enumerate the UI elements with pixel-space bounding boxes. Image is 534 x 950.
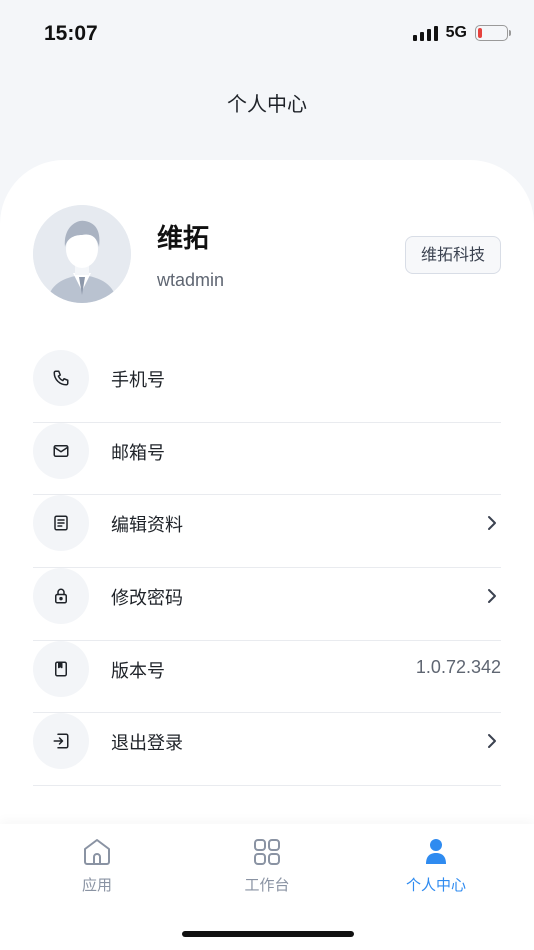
tab-label: 个人中心 bbox=[405, 876, 466, 894]
home-indicator bbox=[182, 931, 354, 937]
menu-item-email[interactable]: 邮箱号 bbox=[33, 422, 501, 496]
battery-icon bbox=[475, 25, 511, 41]
phone-icon bbox=[33, 350, 89, 406]
chevron-right-icon bbox=[488, 516, 496, 531]
profile-card: 维拓 wtadmin 维拓科技 手机号 邮箱号 编辑资料 修改密码 版本号 1.… bbox=[0, 160, 534, 824]
menu-item-label: 编辑资料 bbox=[111, 515, 183, 537]
signal-icon bbox=[412, 25, 438, 41]
document-icon bbox=[33, 495, 89, 552]
logout-icon bbox=[33, 713, 89, 770]
network-type: 5G bbox=[445, 24, 467, 41]
menu-item-label: 邮箱号 bbox=[111, 442, 165, 464]
organization-badge: 维拓科技 bbox=[404, 236, 501, 274]
chevron-right-icon bbox=[488, 734, 496, 749]
status-time: 15:07 bbox=[44, 22, 98, 45]
tab-workbench[interactable]: 工作台 bbox=[207, 836, 327, 895]
status-indicators: 5G bbox=[412, 24, 511, 42]
page-title: 个人中心 bbox=[227, 92, 307, 116]
menu-item-change-password[interactable]: 修改密码 bbox=[33, 568, 501, 641]
menu-item-version: 版本号 1.0.72.342 bbox=[33, 640, 501, 714]
menu-item-label: 修改密码 bbox=[111, 588, 183, 610]
chevron-right-icon bbox=[488, 589, 496, 604]
profile-menu: 手机号 邮箱号 编辑资料 修改密码 版本号 1.0.72.342 退出登录 bbox=[33, 350, 501, 787]
tab-apps[interactable]: 应用 bbox=[37, 836, 157, 895]
avatar-person-icon bbox=[33, 205, 131, 303]
tab-label: 应用 bbox=[81, 876, 112, 894]
user-name: 维拓 bbox=[157, 224, 210, 254]
grid-icon bbox=[254, 839, 280, 865]
menu-item-logout[interactable]: 退出登录 bbox=[33, 713, 501, 787]
avatar[interactable] bbox=[33, 205, 131, 303]
person-icon bbox=[426, 839, 446, 864]
home-icon bbox=[84, 839, 110, 865]
tab-profile[interactable]: 个人中心 bbox=[376, 836, 496, 895]
menu-item-edit-profile[interactable]: 编辑资料 bbox=[33, 495, 501, 569]
tab-label: 工作台 bbox=[244, 876, 290, 894]
book-icon bbox=[33, 640, 89, 697]
menu-item-phone[interactable]: 手机号 bbox=[33, 350, 501, 423]
menu-item-label: 退出登录 bbox=[111, 733, 183, 755]
menu-item-label: 版本号 bbox=[111, 660, 165, 682]
user-account: wtadmin bbox=[157, 270, 225, 290]
status-bar: 15:07 5G bbox=[0, 0, 534, 66]
version-number: 1.0.72.342 bbox=[415, 656, 501, 677]
menu-item-label: 手机号 bbox=[111, 370, 165, 391]
mail-icon bbox=[33, 422, 89, 479]
battery-level bbox=[478, 28, 483, 38]
lock-icon bbox=[33, 568, 89, 625]
